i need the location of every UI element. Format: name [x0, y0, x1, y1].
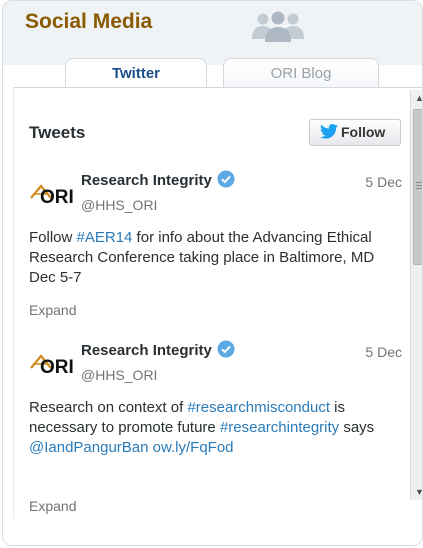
- tweet-text: Research on context of: [29, 399, 188, 416]
- tweet-date[interactable]: 5 Dec: [365, 344, 402, 360]
- avatar-text: ORI: [40, 187, 73, 206]
- tweets-heading: Tweets: [29, 123, 86, 142]
- mention-link[interactable]: @IandPangurBan: [29, 439, 148, 456]
- tweet-handle[interactable]: @HHS_ORI: [81, 197, 157, 213]
- feed-scrollbar[interactable]: ▲ ▼: [410, 90, 422, 500]
- hashtag-link[interactable]: #researchmisconduct: [187, 399, 330, 416]
- twitter-bird-icon: [320, 124, 338, 139]
- scroll-down-arrow-icon[interactable]: ▼: [411, 484, 422, 500]
- verified-badge-icon: [217, 170, 235, 188]
- people-group-icon: [252, 11, 304, 42]
- tweet-text: says: [339, 419, 375, 436]
- twitter-feed-panel: Tweets Follow ORI Research Integrity @HH…: [13, 87, 422, 519]
- ori-logo-avatar[interactable]: ORI: [29, 348, 73, 376]
- tweet-handle[interactable]: @HHS_ORI: [81, 367, 157, 383]
- tab-ori-blog[interactable]: ORI Blog: [223, 58, 379, 88]
- widget-header: Social Media: [3, 1, 422, 65]
- scroll-up-arrow-icon[interactable]: ▲: [411, 90, 422, 106]
- tweet-body: Follow #AER14 for info about the Advanci…: [29, 228, 389, 288]
- social-media-widget: Social Media Twitter ORI Blog Tweets Fol…: [2, 0, 423, 546]
- follow-label: Follow: [341, 124, 386, 140]
- tweet-author[interactable]: Research Integrity: [81, 340, 235, 359]
- author-name[interactable]: Research Integrity: [81, 172, 212, 189]
- follow-button[interactable]: Follow: [309, 119, 401, 146]
- url-link[interactable]: ow.ly/FqFod: [153, 439, 234, 456]
- tweet-body: Research on context of #researchmiscondu…: [29, 398, 389, 458]
- tab-twitter[interactable]: Twitter: [65, 58, 207, 88]
- tweet-author[interactable]: Research Integrity: [81, 170, 235, 189]
- tweet-date[interactable]: 5 Dec: [365, 174, 402, 190]
- expand-link[interactable]: Expand: [29, 498, 76, 514]
- ori-logo-avatar[interactable]: ORI: [29, 178, 73, 206]
- scroll-grip-icon: [416, 182, 422, 191]
- verified-badge-icon: [217, 340, 235, 358]
- hashtag-link[interactable]: #researchintegrity: [220, 419, 339, 436]
- expand-link[interactable]: Expand: [29, 302, 76, 318]
- scroll-thumb[interactable]: [413, 109, 422, 265]
- tweet-text: Follow: [29, 229, 77, 246]
- author-name[interactable]: Research Integrity: [81, 342, 212, 359]
- hashtag-link[interactable]: #AER14: [77, 229, 133, 246]
- avatar-text: ORI: [40, 357, 73, 376]
- widget-title: Social Media: [25, 10, 153, 33]
